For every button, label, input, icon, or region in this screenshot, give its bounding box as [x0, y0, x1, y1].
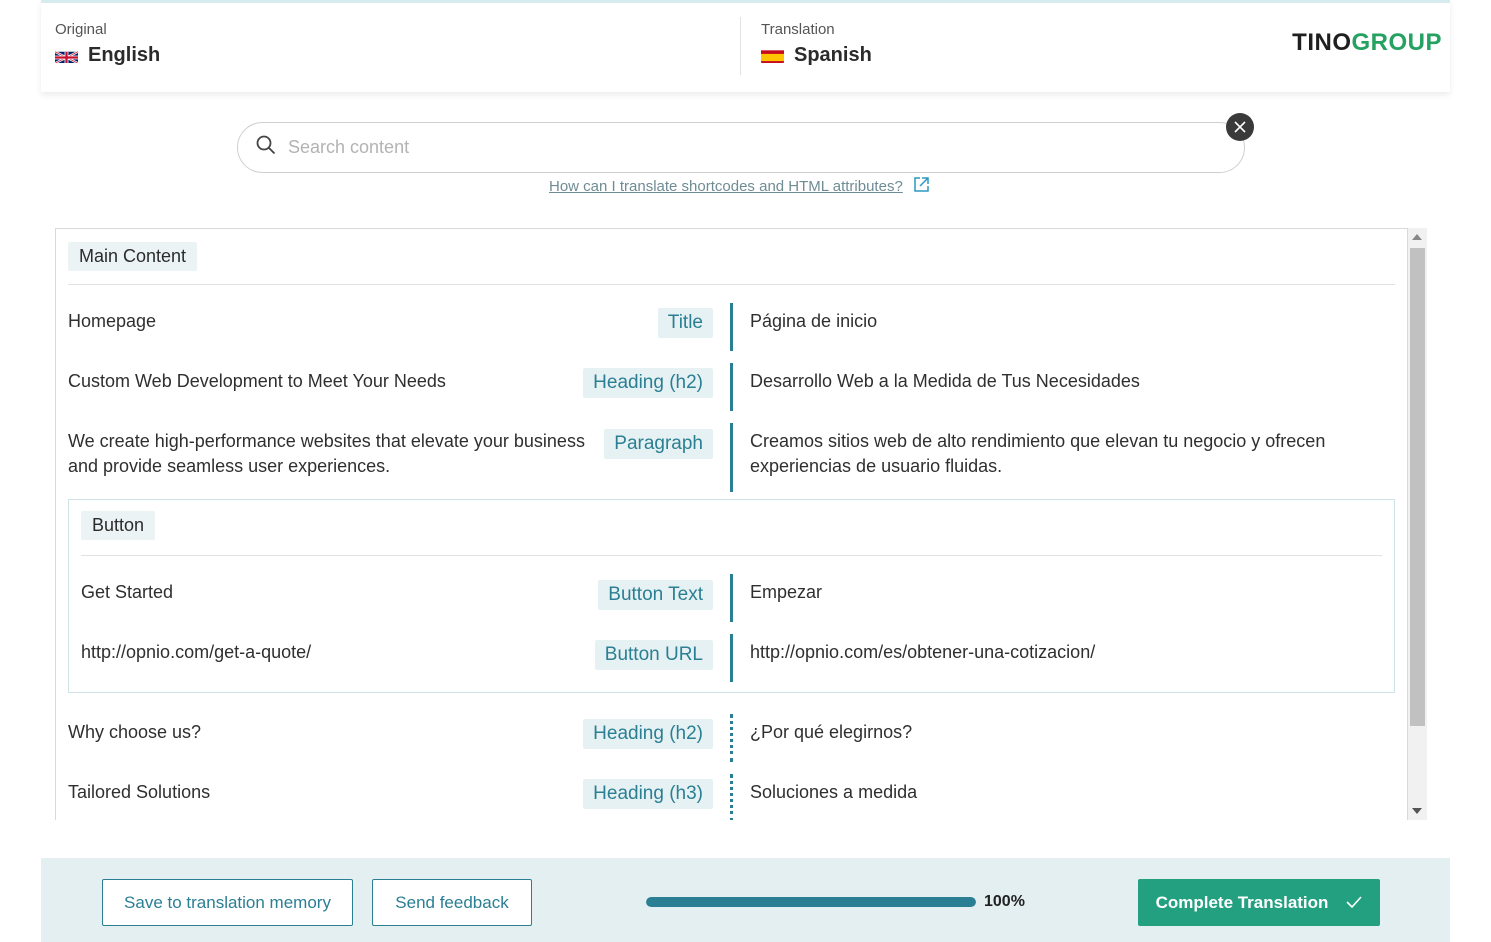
complete-translation-button[interactable]: Complete Translation: [1138, 879, 1380, 926]
translation-language[interactable]: Spanish: [761, 44, 872, 67]
search-icon: [256, 135, 276, 160]
content-panel: Main Content Homepage Title Página de in…: [55, 228, 1408, 820]
target-text[interactable]: Página de inicio: [750, 309, 1370, 334]
section-divider: [68, 284, 1395, 285]
save-translation-memory-button[interactable]: Save to translation memory: [102, 879, 353, 926]
scroll-thumb[interactable]: [1410, 248, 1425, 726]
type-badge: Button Text: [598, 580, 713, 610]
translation-status-bar: [730, 574, 733, 622]
tinogroup-logo: TINOGROUP: [1292, 29, 1442, 56]
complete-translation-label: Complete Translation: [1155, 892, 1329, 912]
progress-fill: [646, 897, 976, 907]
scroll-down-arrow-icon[interactable]: [1412, 808, 1422, 814]
spain-flag-icon: [761, 48, 784, 63]
source-text: http://opnio.com/get-a-quote/: [81, 642, 312, 662]
section-divider: [81, 555, 1382, 556]
type-badge: Title: [657, 308, 713, 338]
target-text[interactable]: Desarrollo Web a la Medida de Tus Necesi…: [750, 369, 1370, 394]
target-text[interactable]: Creamos sitios web de alto rendimiento q…: [750, 429, 1340, 479]
original-language: English: [55, 44, 160, 67]
scroll-up-arrow-icon[interactable]: [1412, 234, 1422, 240]
send-feedback-button[interactable]: Send feedback: [372, 879, 532, 926]
original-language-label: English: [88, 44, 161, 66]
type-badge: Heading (h2): [583, 719, 713, 749]
translation-language-label: Spanish: [794, 44, 872, 66]
type-badge: Paragraph: [604, 429, 713, 459]
close-icon: [1234, 121, 1246, 133]
external-link-icon: [913, 176, 930, 197]
target-text[interactable]: ¿Por qué elegirnos?: [750, 720, 1370, 745]
source-text: Homepage: [68, 311, 157, 331]
original-language-block: Original English: [55, 21, 160, 67]
header-divider: [740, 17, 741, 75]
content-scrollbar[interactable]: [1408, 228, 1427, 820]
uk-flag-icon: [55, 48, 78, 63]
translation-editor: Original English Translation Spanish TIN…: [0, 0, 1491, 942]
translation-status-bar: [730, 363, 733, 411]
checkmark-icon: [1346, 893, 1363, 913]
section-main-content: Main Content: [68, 242, 198, 271]
target-text[interactable]: http://opnio.com/es/obtener-una-cotizaci…: [750, 640, 1370, 665]
translation-status-bar-pending: [730, 714, 733, 762]
target-text[interactable]: Empezar: [750, 580, 1370, 605]
footer-bar: Save to translation memory Send feedback…: [41, 858, 1450, 942]
progress-percent: 100%: [984, 893, 1025, 910]
translation-status-bar-pending: [730, 774, 733, 820]
shortcodes-help-link[interactable]: How can I translate shortcodes and HTML …: [549, 176, 930, 197]
translation-language-block: Translation Spanish: [761, 21, 872, 67]
translation-progress-bar: [646, 897, 976, 907]
original-caption: Original: [55, 21, 107, 38]
type-badge: Button URL: [594, 640, 713, 670]
type-badge: Heading (h2): [583, 368, 713, 398]
translation-status-bar: [730, 423, 733, 492]
search-bar: [237, 122, 1245, 173]
clear-search-button[interactable]: [1226, 113, 1254, 141]
source-text: Why choose us?: [68, 722, 202, 742]
target-text[interactable]: Soluciones a medida: [750, 780, 1370, 805]
translation-status-bar: [730, 303, 733, 351]
help-link-text[interactable]: How can I translate shortcodes and HTML …: [549, 178, 903, 195]
source-text: Custom Web Development to Meet Your Need…: [68, 371, 446, 391]
type-badge: Heading (h3): [583, 779, 713, 809]
search-input[interactable]: [288, 137, 1168, 158]
language-header: Original English Translation Spanish TIN…: [41, 0, 1450, 92]
translation-caption: Translation: [761, 21, 835, 38]
section-button: Button: [81, 511, 156, 540]
source-text: Get Started: [81, 582, 174, 602]
source-text: Tailored Solutions: [68, 782, 211, 802]
source-text: We create high-performance websites that…: [68, 431, 585, 476]
translation-status-bar: [730, 634, 733, 682]
